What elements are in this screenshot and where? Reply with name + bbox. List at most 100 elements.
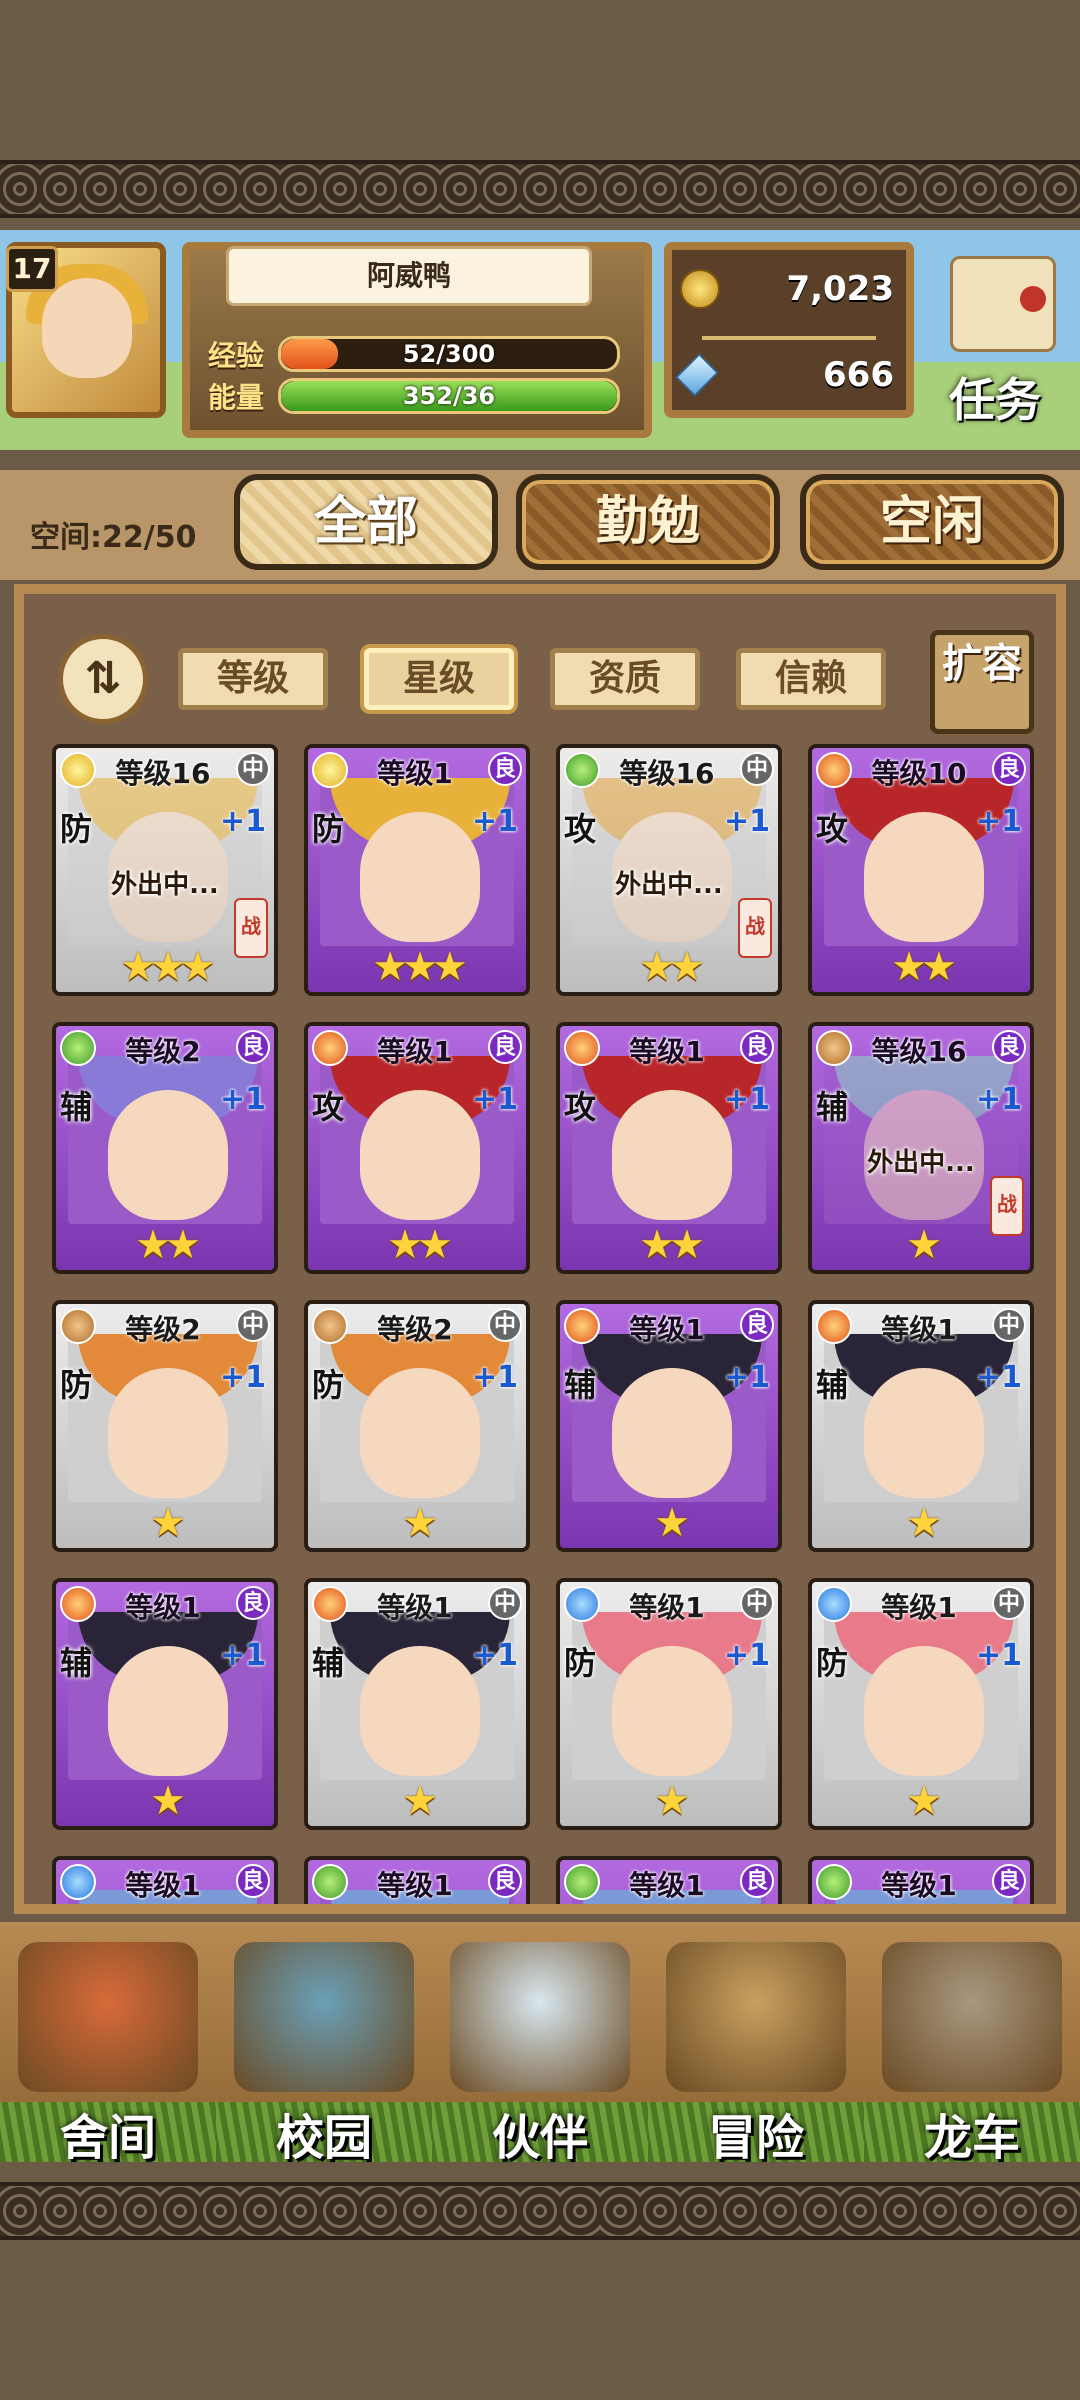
- task-button[interactable]: 任务: [920, 246, 1070, 427]
- expand-capacity-button[interactable]: 扩容: [930, 630, 1034, 734]
- away-status: 外出中...: [111, 870, 219, 900]
- filter-trust[interactable]: 信赖: [736, 648, 886, 710]
- partner-card[interactable]: 等级16 中 防 +1 外出中... 战 ★★★: [52, 744, 278, 996]
- star-rating: ★★: [639, 1222, 705, 1268]
- partner-card[interactable]: 等级1 良 攻 +1 ★★: [556, 1022, 782, 1274]
- partner-bonus: +1: [219, 1082, 266, 1117]
- filter-level[interactable]: 等级: [178, 648, 328, 710]
- exp-value: 52/300: [402, 340, 496, 368]
- tab-idle[interactable]: 空闲: [800, 474, 1064, 570]
- nav-label: 校园: [275, 2110, 372, 2166]
- partner-card[interactable]: 等级1 良: [808, 1856, 1034, 1904]
- star-rating: ★: [402, 1778, 438, 1824]
- partner-card[interactable]: 等级16 良 辅 +1 外出中... 战 ★: [808, 1022, 1034, 1274]
- exp-bar: 52/300: [278, 336, 620, 372]
- partner-card[interactable]: 等级10 良 攻 +1 ★★: [808, 744, 1034, 996]
- nav-label: 龙车: [923, 2110, 1020, 2166]
- rarity-badge: 良: [992, 1864, 1026, 1898]
- partner-bonus: +1: [723, 804, 770, 839]
- partner-card[interactable]: 等级1 良: [52, 1856, 278, 1904]
- sort-order-icon[interactable]: ⇅: [58, 634, 148, 724]
- partner-role: 辅: [60, 1088, 93, 1126]
- partner-card[interactable]: 等级1 中 防 +1 ★: [808, 1578, 1034, 1830]
- partner-card[interactable]: 等级2 中 防 +1 ★: [52, 1300, 278, 1552]
- nav-item-partner[interactable]: 伙伴: [432, 1922, 648, 2166]
- partner-role: 攻: [564, 1088, 597, 1126]
- wind-element-icon: [312, 1864, 348, 1900]
- water-element-icon: [564, 1586, 600, 1622]
- task-label: 任务: [949, 373, 1041, 427]
- fire-element-icon: [816, 1308, 852, 1344]
- partner-bonus: +1: [219, 1360, 266, 1395]
- resource-panel: 7,023 666: [664, 242, 914, 418]
- rarity-badge: 中: [488, 1586, 522, 1620]
- partner-grid: 等级16 中 防 +1 外出中... 战 ★★★ 等级1 良 防 +1 ★★★ …: [52, 744, 1048, 1904]
- partner-role: 辅: [816, 1088, 849, 1126]
- energy-bar: 352/36: [278, 378, 620, 414]
- partner-card[interactable]: 等级16 中 攻 +1 外出中... 战 ★★: [556, 744, 782, 996]
- partner-bonus: +1: [219, 1638, 266, 1673]
- filter-quality[interactable]: 资质: [550, 648, 700, 710]
- partner-level: 等级1: [629, 1313, 705, 1346]
- partner-card[interactable]: 等级1 良 防 +1 ★★★: [304, 744, 530, 996]
- partner-card[interactable]: 等级1 中 防 +1 ★: [556, 1578, 782, 1830]
- gold-row: 7,023: [680, 264, 894, 314]
- partner-level: 等级2: [125, 1313, 201, 1346]
- fire-element-icon: [312, 1030, 348, 1066]
- nav-item-dragon-cart[interactable]: 龙车: [864, 1922, 1080, 2166]
- nav-item-house[interactable]: 舍间: [0, 1922, 216, 2166]
- partner-level: 等级1: [377, 1591, 453, 1624]
- partner-bonus: +1: [723, 1360, 770, 1395]
- partner-level: 等级1: [881, 1313, 957, 1346]
- partner-level: 等级1: [377, 1035, 453, 1068]
- tab-diligent[interactable]: 勤勉: [516, 474, 780, 570]
- partner-card[interactable]: 等级1 良 攻 +1 ★★: [304, 1022, 530, 1274]
- partner-level: 等级1: [377, 1869, 453, 1902]
- fire-element-icon: [816, 752, 852, 788]
- top-border: [0, 160, 1080, 218]
- rarity-badge: 中: [740, 752, 774, 786]
- partner-bonus: +1: [975, 1360, 1022, 1395]
- partner-card[interactable]: 等级1 中 辅 +1 ★: [808, 1300, 1034, 1552]
- filter-star[interactable]: 星级: [364, 648, 514, 710]
- partner-level: 等级10: [871, 757, 967, 790]
- star-rating: ★: [906, 1222, 942, 1268]
- away-status: 外出中...: [867, 1148, 975, 1178]
- rarity-badge: 良: [740, 1864, 774, 1898]
- nav-item-adventure[interactable]: 冒险: [648, 1922, 864, 2166]
- partner-card[interactable]: 等级1 良: [304, 1856, 530, 1904]
- partner-card[interactable]: 等级2 中 防 +1 ★: [304, 1300, 530, 1552]
- rarity-badge: 中: [992, 1586, 1026, 1620]
- partner-bonus: +1: [219, 804, 266, 839]
- partner-card[interactable]: 等级1 良 辅 +1 ★: [556, 1300, 782, 1552]
- tab-all[interactable]: 全部: [234, 474, 498, 570]
- nav-label: 伙伴: [491, 2110, 588, 2166]
- partner-role: 防: [564, 1644, 597, 1682]
- partner-level: 等级1: [629, 1869, 705, 1902]
- rarity-badge: 良: [236, 1586, 270, 1620]
- star-rating: ★★★: [372, 944, 468, 990]
- bottom-nav: 舍间 校园 伙伴 冒险 龙车: [0, 1922, 1080, 2166]
- star-rating: ★: [150, 1500, 186, 1546]
- partner-bonus: +1: [723, 1638, 770, 1673]
- partner-level: 等级1: [629, 1035, 705, 1068]
- house-icon: [18, 1942, 198, 2092]
- star-rating: ★: [906, 1778, 942, 1824]
- rarity-badge: 中: [992, 1308, 1026, 1342]
- partner-card[interactable]: 等级1 良 辅 +1 ★: [52, 1578, 278, 1830]
- star-rating: ★: [402, 1500, 438, 1546]
- wind-element-icon: [816, 1864, 852, 1900]
- partner-card[interactable]: 等级1 中 辅 +1 ★: [304, 1578, 530, 1830]
- nav-label: 冒险: [707, 2110, 804, 2166]
- gem-row: 666: [675, 350, 894, 400]
- earth-element-icon: [60, 1308, 96, 1344]
- nav-item-school[interactable]: 校园: [216, 1922, 432, 2166]
- partner-bonus: +1: [471, 1638, 518, 1673]
- partner-card[interactable]: 等级2 良 辅 +1 ★★: [52, 1022, 278, 1274]
- wind-element-icon: [564, 752, 600, 788]
- partner-level: 等级1: [125, 1591, 201, 1624]
- school-icon: [234, 1942, 414, 2092]
- partner-card[interactable]: 等级1 良: [556, 1856, 782, 1904]
- adventure-icon: [666, 1942, 846, 2092]
- partner-bonus: +1: [471, 1082, 518, 1117]
